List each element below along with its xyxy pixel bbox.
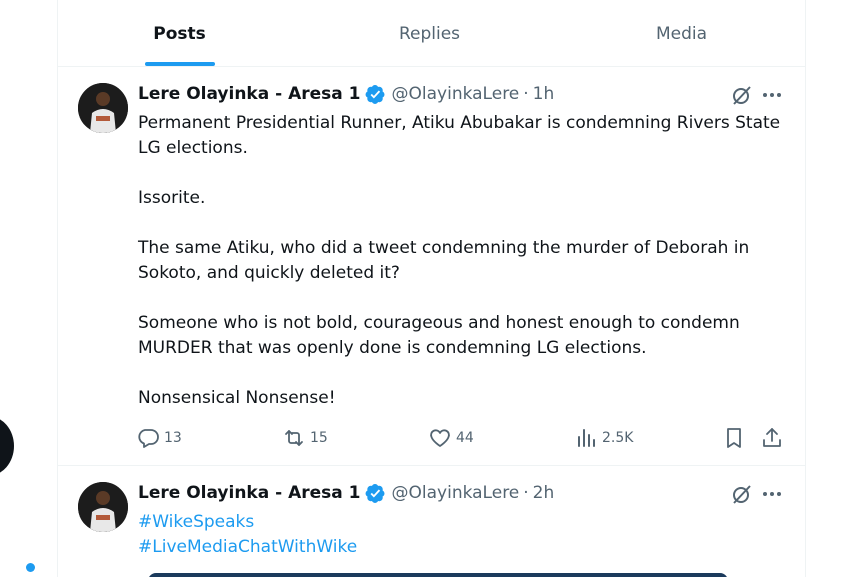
- repost-icon: [285, 430, 303, 446]
- tweet[interactable]: Lere Olayinka - Aresa 1 @OlayinkaLere · …: [58, 68, 806, 466]
- tweet-actions: 13 15 44 2.5K: [136, 426, 796, 450]
- hashtag-link[interactable]: #LiveMediaChatWithWike: [138, 535, 357, 560]
- display-name[interactable]: Lere Olayinka - Aresa 1: [138, 84, 361, 104]
- media-preview[interactable]: [148, 573, 728, 577]
- share-icon: [763, 428, 781, 447]
- tweet-header: Lere Olayinka - Aresa 1 @OlayinkaLere · …: [138, 481, 554, 505]
- tab-label: Media: [655, 23, 708, 44]
- tab-media[interactable]: Media: [557, 0, 806, 67]
- tab-replies[interactable]: Replies: [306, 0, 553, 67]
- floating-action-button[interactable]: [0, 416, 14, 476]
- reply-icon: [138, 429, 159, 448]
- heart-icon: [430, 429, 450, 447]
- share-button[interactable]: [760, 426, 784, 450]
- tweet-paragraph: Issorite.: [138, 188, 206, 208]
- avatar[interactable]: [78, 83, 128, 133]
- timestamp[interactable]: 1h: [533, 84, 555, 104]
- avatar-image: [78, 482, 128, 532]
- reply-button[interactable]: 13: [136, 426, 182, 450]
- display-name[interactable]: Lere Olayinka - Aresa 1: [138, 483, 361, 503]
- like-button[interactable]: 44: [428, 426, 474, 450]
- bookmark-icon: [727, 428, 741, 448]
- tab-posts[interactable]: Posts: [58, 0, 301, 67]
- hashtag-link[interactable]: #WikeSpeaks: [138, 510, 357, 535]
- tweet-paragraph: The same Atiku, who did a tweet condemni…: [138, 238, 750, 283]
- tweet[interactable]: Lere Olayinka - Aresa 1 @OlayinkaLere · …: [58, 467, 806, 577]
- tweet-hashtags: #WikeSpeaks #LiveMediaChatWithWike: [138, 510, 357, 560]
- more-icon[interactable]: [760, 83, 784, 107]
- tweet-text: Permanent Presidential Runner, Atiku Abu…: [138, 111, 793, 411]
- tweet-header: Lere Olayinka - Aresa 1 @OlayinkaLere · …: [138, 82, 554, 106]
- notification-dot: [26, 563, 35, 572]
- handle[interactable]: @OlayinkaLere: [392, 483, 520, 503]
- grok-icon[interactable]: [730, 482, 754, 506]
- verified-badge-icon[interactable]: [365, 84, 386, 105]
- views-count: 2.5K: [602, 430, 634, 446]
- tab-label: Replies: [398, 23, 461, 44]
- repost-count: 15: [310, 430, 328, 446]
- more-icon[interactable]: [760, 482, 784, 506]
- left-column: [0, 0, 57, 577]
- profile-tabs: Posts Replies Media: [58, 0, 806, 67]
- tweet-paragraph: Nonsensical Nonsense!: [138, 388, 336, 408]
- views-button[interactable]: 2.5K: [574, 426, 633, 450]
- repost-button[interactable]: 15: [282, 426, 328, 450]
- bookmark-button[interactable]: [722, 426, 746, 450]
- separator: ·: [523, 84, 529, 104]
- tweet-paragraph: Someone who is not bold, courageous and …: [138, 313, 740, 358]
- grok-icon[interactable]: [730, 83, 754, 107]
- timestamp[interactable]: 2h: [533, 483, 555, 503]
- separator: ·: [523, 483, 529, 503]
- verified-badge-icon[interactable]: [365, 483, 386, 504]
- avatar-image: [78, 83, 128, 133]
- timeline: Posts Replies Media Lere Olayinka - Ares…: [57, 0, 806, 577]
- avatar[interactable]: [78, 482, 128, 532]
- tab-label: Posts: [153, 23, 206, 44]
- tweet-paragraph: Permanent Presidential Runner, Atiku Abu…: [138, 113, 781, 158]
- reply-count: 13: [164, 430, 182, 446]
- active-tab-indicator: [144, 62, 215, 66]
- views-icon: [578, 429, 595, 447]
- handle[interactable]: @OlayinkaLere: [392, 84, 520, 104]
- like-count: 44: [456, 430, 474, 446]
